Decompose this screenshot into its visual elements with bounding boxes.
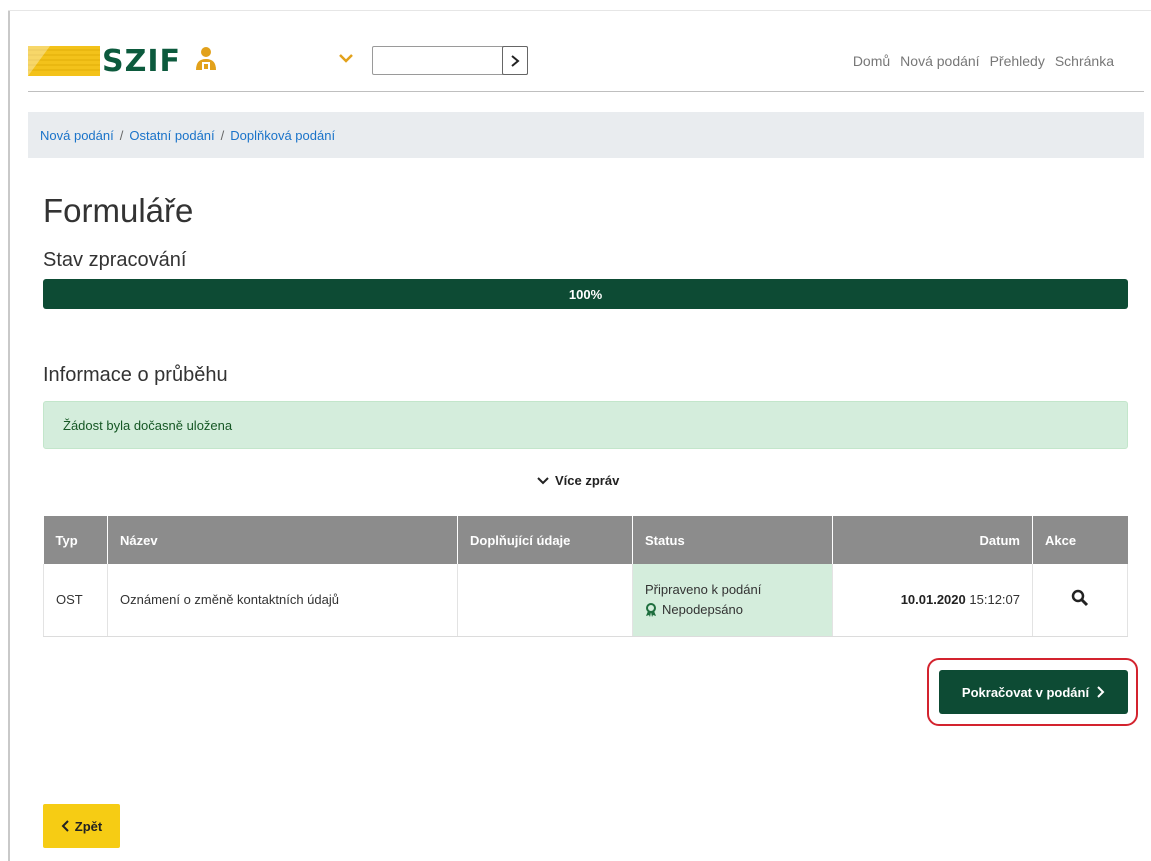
chevron-right-icon: [1097, 686, 1105, 698]
col-header-type: Typ: [43, 516, 108, 564]
nav-inbox[interactable]: Schránka: [1055, 53, 1114, 69]
success-alert: Žádost byla dočasně uložena: [43, 401, 1128, 449]
continue-label: Pokračovat v podání: [961, 684, 1090, 700]
status-unsigned-line: Nepodepsáno: [645, 600, 820, 620]
back-label: Zpět: [74, 818, 103, 834]
nav-new-submissions[interactable]: Nová podání: [900, 53, 979, 69]
alert-text: Žádost byla dočasně uložena: [63, 417, 233, 433]
logo-text[interactable]: SZIF: [102, 44, 181, 79]
cell-additional: [457, 564, 633, 637]
cell-type: OST: [43, 564, 108, 637]
breadcrumb: Nová podání / Ostatní podání / Doplňková…: [28, 112, 1144, 158]
logo-stripes-icon: [28, 46, 100, 76]
progress-bar: 100%: [43, 279, 1128, 309]
breadcrumb-separator: /: [119, 127, 124, 143]
search-submit-button[interactable]: [502, 46, 528, 75]
user-icon[interactable]: [194, 46, 218, 72]
header-divider: [28, 91, 1144, 92]
more-messages-label: Více zpráv: [555, 473, 620, 488]
table-row: OST Oznámení o změně kontaktních údajů P…: [43, 564, 1128, 637]
col-header-status: Status: [632, 516, 833, 564]
col-header-additional: Doplňující údaje: [457, 516, 633, 564]
ribbon-icon: [646, 602, 656, 617]
table-header-row: Typ Název Doplňující údaje Status Datum …: [43, 516, 1128, 564]
window-left-border: [8, 10, 10, 861]
chevron-right-icon: [511, 54, 520, 67]
cell-status: Připraveno k podání Nepodepsáno: [632, 564, 833, 637]
continue-highlight: Pokračovat v podání: [927, 658, 1138, 726]
page-title: Formuláře: [43, 192, 194, 229]
chevron-down-icon: [537, 476, 549, 484]
cell-date: 10.01.2020 15:12:07: [832, 564, 1033, 637]
main-nav: Domů Nová podání Přehledy Schránka: [853, 53, 1114, 69]
more-messages-toggle[interactable]: Více zpráv: [537, 473, 619, 488]
header: SZIF Domů Nová podání Přehledy Schránka: [28, 30, 1144, 92]
window-top-border: [8, 10, 1151, 11]
search-icon[interactable]: [1071, 589, 1089, 607]
breadcrumb-item-other-submissions[interactable]: Ostatní podání: [129, 128, 214, 143]
progress-label: Stav zpracování: [43, 249, 187, 271]
submissions-table: Typ Název Doplňující údaje Status Datum …: [43, 516, 1128, 637]
chevron-down-icon[interactable]: [338, 52, 354, 64]
status-unsigned: Nepodepsáno: [662, 601, 743, 617]
col-header-date: Datum: [832, 516, 1033, 564]
cell-action: [1032, 564, 1128, 637]
nav-home[interactable]: Domů: [853, 53, 890, 69]
cell-name: Oznámení o změně kontaktních údajů: [107, 564, 458, 637]
breadcrumb-separator: /: [220, 127, 225, 143]
breadcrumb-item-supplementary[interactable]: Doplňková podání: [230, 128, 335, 143]
info-title: Informace o průběhu: [43, 364, 228, 386]
search-input[interactable]: [372, 46, 528, 75]
breadcrumb-item-new-submissions[interactable]: Nová podání: [40, 128, 114, 143]
back-button[interactable]: Zpět: [43, 804, 120, 848]
progress-value: 100%: [568, 286, 603, 302]
continue-button[interactable]: Pokračovat v podání: [939, 670, 1128, 714]
nav-overviews[interactable]: Přehledy: [990, 53, 1045, 69]
time-value: 15:12:07: [969, 592, 1020, 608]
col-header-name: Název: [107, 516, 458, 564]
col-header-action: Akce: [1032, 516, 1128, 564]
status-ready: Připraveno k podání: [645, 581, 762, 597]
chevron-left-icon: [61, 820, 69, 832]
date-value: 10.01.2020: [900, 592, 966, 608]
